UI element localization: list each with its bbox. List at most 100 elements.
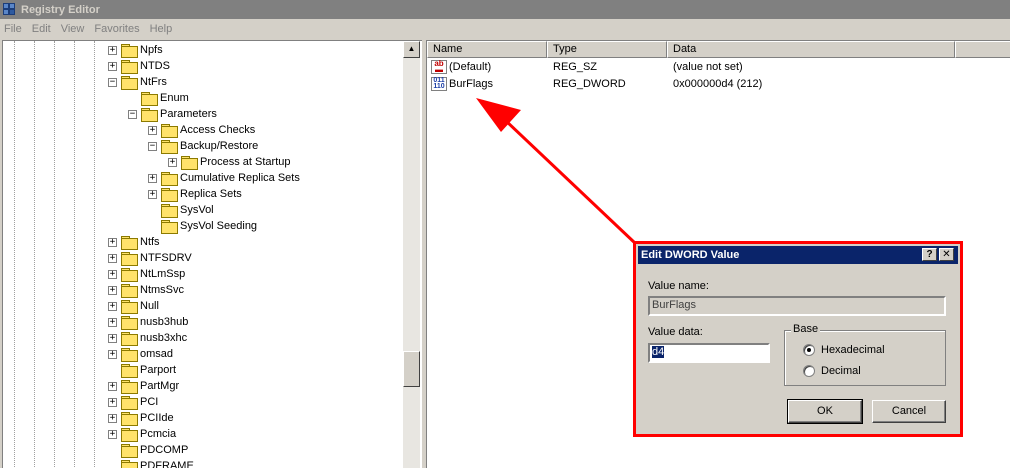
tree-node[interactable]: PDFRAME [108,458,194,468]
column-header-name[interactable]: Name [427,41,547,58]
collapse-icon[interactable]: − [108,77,117,87]
folder-icon [121,331,138,346]
value-data-label: Value data: [648,326,703,338]
tree-node[interactable]: + nusb3hub [108,314,188,330]
expand-icon[interactable]: + [108,285,117,295]
tree-node-label: PDFRAME [140,460,194,468]
decimal-label[interactable]: Decimal [821,365,861,377]
tree-node[interactable]: + omsad [108,346,173,362]
expand-icon[interactable]: + [108,61,117,71]
tree-node-label: Ntfs [140,236,160,248]
tree-node-label: PCI [140,396,159,408]
tree-node[interactable]: + NtLmSsp [108,266,185,282]
expand-icon[interactable]: + [108,397,117,407]
decimal-radio[interactable] [803,365,815,377]
tree-node[interactable]: Enum [128,90,189,106]
expand-icon[interactable]: + [148,189,157,199]
ok-button[interactable]: OK [787,399,863,424]
expand-icon[interactable]: + [108,45,117,55]
tree-node[interactable]: + Npfs [108,42,163,58]
collapse-icon[interactable]: − [128,109,137,119]
expand-icon[interactable]: + [108,253,117,263]
menu-favorites[interactable]: Favorites [94,23,139,35]
tree-node[interactable]: SysVol Seeding [148,218,257,234]
tree-node[interactable]: + Pcmcia [108,426,176,442]
tree-node[interactable]: SysVol [148,202,214,218]
tree-node[interactable]: + NTDS [108,58,170,74]
tree-node-label: Enum [160,92,189,104]
expand-icon[interactable]: + [108,333,117,343]
tree-node-label: Backup/Restore [180,140,259,152]
scroll-up-button[interactable]: ▲ [403,41,420,58]
folder-icon [121,299,138,314]
expand-icon[interactable]: + [108,429,117,439]
tree-node[interactable]: Parport [108,362,176,378]
value-type: REG_DWORD [553,78,626,90]
tree-node-label: Parameters [160,108,217,120]
folder-icon [121,347,138,362]
tree-node-label: PartMgr [140,380,180,392]
expand-icon[interactable]: + [148,125,157,135]
help-button[interactable]: ? [922,248,937,261]
folder-icon [121,251,138,266]
hexadecimal-label[interactable]: Hexadecimal [821,344,885,356]
tree-node[interactable]: + Process at Startup [168,154,291,170]
tree-vertical-scrollbar[interactable]: ▲ [403,41,420,468]
tree-node[interactable]: + Cumulative Replica Sets [148,170,300,186]
registry-app-icon [3,2,17,17]
expand-icon[interactable]: + [108,317,117,327]
expand-icon[interactable]: + [108,349,117,359]
expand-icon[interactable]: + [108,413,117,423]
column-header-data[interactable]: Data [667,41,955,58]
cancel-button[interactable]: Cancel [872,400,946,423]
collapse-icon[interactable]: − [148,141,157,151]
expand-icon[interactable]: + [108,269,117,279]
registry-tree-pane[interactable]: + Npfs + NTDS − NtFrs Enum − Parameters + Access C… [2,40,422,468]
tree-node-label: Npfs [140,44,163,56]
base-groupbox-title: Base [791,323,821,335]
tree-node[interactable]: + PartMgr [108,378,179,394]
tree-node-label: Process at Startup [200,156,291,168]
expand-icon[interactable]: + [108,301,117,311]
tree-node-label: Null [140,300,159,312]
column-header-type[interactable]: Type [547,41,667,58]
expand-icon[interactable]: + [108,237,117,247]
expand-icon[interactable]: + [168,157,177,167]
tree-node-label: Parport [140,364,177,376]
tree-node[interactable]: + NTFSDRV [108,250,192,266]
value-name: (Default) [449,61,492,73]
expand-icon[interactable]: + [108,381,117,391]
string-value-icon: ab ▬ [431,60,447,74]
tree-node[interactable]: + Null [108,298,159,314]
hexadecimal-radio[interactable] [803,344,815,356]
folder-icon [121,363,138,378]
tree-node[interactable]: + nusb3xhc [108,330,187,346]
tree-node[interactable]: + NtmsSvc [108,282,184,298]
tree-node-label: PCIIde [140,412,174,424]
menu-help[interactable]: Help [150,23,173,35]
tree-node[interactable]: − Parameters [128,106,217,122]
tree-node[interactable]: + Access Checks [148,122,255,138]
tree-node-label: Access Checks [180,124,256,136]
folder-icon [161,139,178,154]
tree-node[interactable]: + PCIIde [108,410,174,426]
tree-node[interactable]: + PCI [108,394,158,410]
folder-icon [141,107,158,122]
tree-node[interactable]: + Ntfs [108,234,160,250]
menu-view[interactable]: View [61,23,85,35]
tree-node[interactable]: PDCOMP [108,442,188,458]
list-row-default[interactable]: ab ▬ (Default) REG_SZ (value not set) [427,59,1010,76]
tree-node-label: omsad [140,348,174,360]
value-data-input[interactable]: d4 [648,343,770,363]
list-row-burflags[interactable]: 011 110 BurFlags REG_DWORD 0x000000d4 (21… [427,76,1010,93]
tree-node[interactable]: − Backup/Restore [148,138,258,154]
tree-node[interactable]: + Replica Sets [148,186,242,202]
close-button[interactable]: ✕ [939,248,954,261]
scroll-thumb[interactable] [403,351,420,387]
tree-node[interactable]: − NtFrs [108,74,167,90]
expand-icon[interactable]: + [148,173,157,183]
folder-icon [121,379,138,394]
dialog-title: Edit DWORD Value [641,249,740,261]
menu-file[interactable]: File [4,23,22,35]
menu-edit[interactable]: Edit [32,23,51,35]
